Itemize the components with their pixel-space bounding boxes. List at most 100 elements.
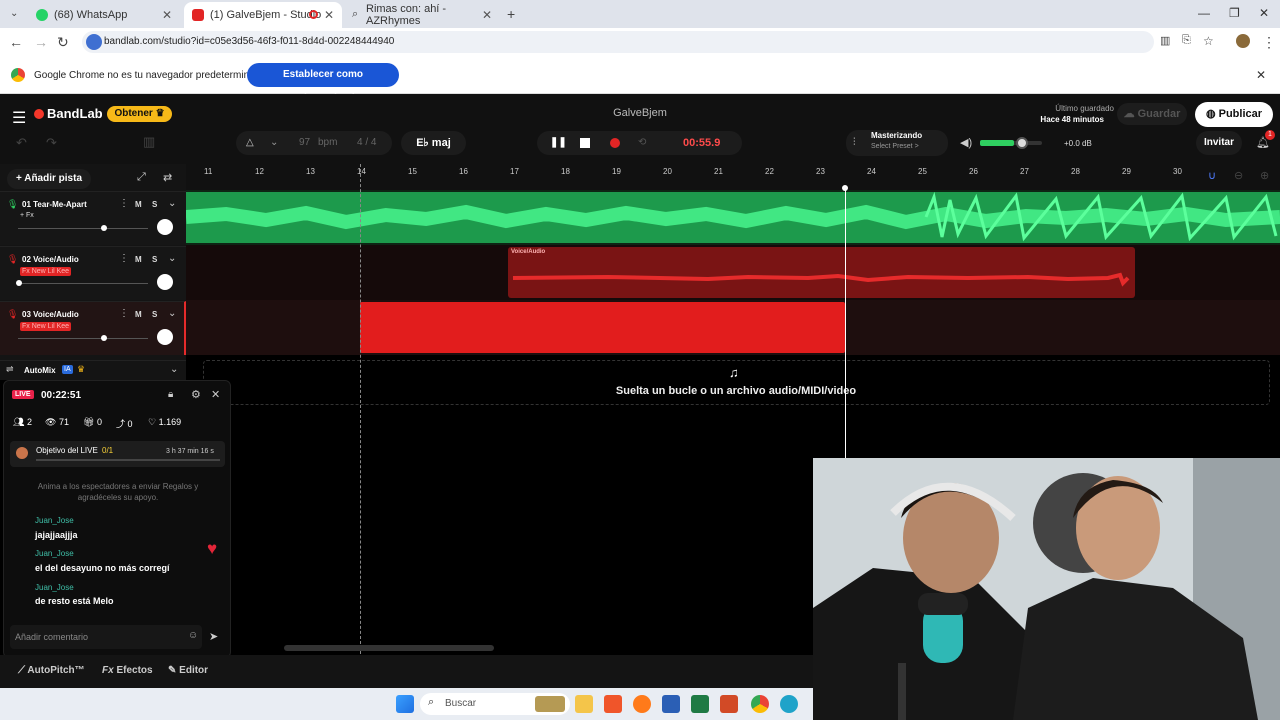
infobar-close-icon[interactable]: ✕ xyxy=(1256,68,1266,82)
close-icon[interactable]: ✕ xyxy=(324,8,334,22)
automation-icon[interactable]: ⤢ xyxy=(137,171,146,184)
track-volume-slider[interactable] xyxy=(18,228,148,229)
close-icon[interactable]: ✕ xyxy=(482,8,492,22)
edge-icon[interactable] xyxy=(780,695,798,713)
record-icon[interactable] xyxy=(610,138,620,148)
powerpoint-icon[interactable] xyxy=(720,695,738,713)
track-pan-knob[interactable] xyxy=(157,219,173,235)
metronome-icon[interactable]: △ xyxy=(246,131,254,155)
forward-icon[interactable]: → xyxy=(34,34,48,50)
restore-icon[interactable]: ❐ xyxy=(1229,6,1240,20)
chrome-icon[interactable] xyxy=(751,695,769,713)
lane-track-01[interactable] xyxy=(186,190,1280,245)
expand-track-icon[interactable]: ⌄ xyxy=(168,198,176,209)
new-tab-icon[interactable]: + xyxy=(507,6,515,22)
close-icon[interactable]: ✕ xyxy=(162,8,172,22)
redo-icon[interactable]: ↷ xyxy=(46,135,57,151)
track-options-icon[interactable]: ⋮ xyxy=(119,253,129,264)
minimize-icon[interactable]: — xyxy=(1198,6,1210,20)
effects-button[interactable]: Fx Efectos xyxy=(102,665,153,676)
mastering-selector[interactable]: ⫶ Masterizando Select Preset > xyxy=(846,130,948,156)
solo-button[interactable]: S xyxy=(152,255,157,264)
hamburger-menu-icon[interactable]: ☰ xyxy=(12,108,26,128)
track-volume-knob[interactable] xyxy=(101,335,107,341)
get-membership-button[interactable]: Obtener ♛ xyxy=(107,106,172,122)
window-close-icon[interactable]: ✕ xyxy=(1259,6,1269,20)
track-volume-knob[interactable] xyxy=(16,280,22,286)
undo-icon[interactable]: ↶ xyxy=(16,135,27,151)
clip-recording-03[interactable] xyxy=(360,302,845,353)
bpm-value[interactable]: 97 xyxy=(299,131,310,155)
reading-mode-icon[interactable]: ▥ xyxy=(1160,34,1170,47)
automix-expand-icon[interactable]: ⌄ xyxy=(170,364,178,375)
editor-button[interactable]: ✎ Editor xyxy=(168,665,208,676)
solo-button[interactable]: S xyxy=(152,200,157,209)
add-fx-button[interactable]: + Fx xyxy=(20,212,34,219)
tab-studio[interactable]: (1) GalveBjem - Studio ✕ xyxy=(184,2,342,28)
set-default-button[interactable]: Establecer como predeterminado xyxy=(247,63,399,104)
horizontal-scrollbar[interactable] xyxy=(284,645,494,651)
track-volume-slider[interactable] xyxy=(18,283,148,284)
fx-preset-badge[interactable]: Fx New Lil Kee xyxy=(20,267,72,276)
track-header-02[interactable]: 🎙︎ 02 Voice/Audio Fx New Lil Kee ⋮ M S ⌄ xyxy=(0,246,186,300)
fx-preset-badge[interactable]: Fx New Lil Kee xyxy=(20,322,72,331)
mute-button[interactable]: M xyxy=(135,255,142,264)
lock-icon[interactable]: 🔒︎ xyxy=(168,389,173,400)
zoom-out-icon[interactable]: ⊖ xyxy=(1234,169,1243,182)
tab-azrhymes[interactable]: ⌕ Rimas con: ahí - AZRhymes ✕ xyxy=(346,2,500,28)
track-name[interactable]: 02 Voice/Audio xyxy=(22,255,79,264)
profile-avatar[interactable] xyxy=(1236,34,1250,48)
live-goal-card[interactable]: Objetivo del LIVE 0/1 3 h 37 min 16 s xyxy=(10,441,225,467)
drop-zone[interactable]: ♫ Suelta un bucle o un archivo audio/MID… xyxy=(203,360,1270,405)
loop-icon[interactable]: ⟲ xyxy=(638,131,646,155)
stop-icon[interactable] xyxy=(580,138,590,148)
track-volume-slider[interactable] xyxy=(18,338,148,339)
clip-tear-me-apart[interactable] xyxy=(186,192,1280,243)
settings-icon[interactable]: ⚙ xyxy=(191,388,201,401)
mute-button[interactable]: M xyxy=(135,310,142,319)
zoom-in-icon[interactable]: ⊕ xyxy=(1260,169,1269,182)
close-live-panel-icon[interactable]: ✕ xyxy=(211,388,220,401)
back-icon[interactable]: ← xyxy=(9,34,23,50)
automix-row[interactable]: ⇌ AutoMix IA ♛ ⌄ xyxy=(0,360,186,380)
mute-button[interactable]: M xyxy=(135,200,142,209)
publish-button[interactable]: ◍ Publicar xyxy=(1195,102,1273,127)
windows-start-icon[interactable] xyxy=(396,695,414,713)
taskbar-search[interactable]: ⌕ Buscar xyxy=(420,693,570,715)
like-heart-icon[interactable]: ♥ xyxy=(207,539,217,559)
snap-magnet-icon[interactable]: ∪ xyxy=(1208,169,1216,182)
loop-start-marker[interactable] xyxy=(360,164,361,654)
solo-button[interactable]: S xyxy=(152,310,157,319)
cast-icon[interactable]: ⎘ xyxy=(1182,34,1191,47)
track-name[interactable]: 01 Tear-Me-Apart xyxy=(22,200,87,209)
autopitch-button[interactable]: ⟋ AutoPitch™ xyxy=(18,665,85,676)
track-options-icon[interactable]: ⋮ xyxy=(119,308,129,319)
track-pan-knob[interactable] xyxy=(157,329,173,345)
emoji-icon[interactable]: ☺ xyxy=(188,630,198,641)
reload-icon[interactable]: ↻ xyxy=(57,34,69,51)
save-button[interactable]: ☁ Guardar xyxy=(1117,103,1187,125)
add-track-button[interactable]: + Añadir pista xyxy=(7,169,91,189)
comment-user[interactable]: Juan_Jose xyxy=(35,549,74,558)
file-explorer-icon[interactable] xyxy=(575,695,593,713)
mixer-icon[interactable]: ▥ xyxy=(143,134,155,150)
speaker-icon[interactable]: ◀) xyxy=(960,136,972,149)
key-selector[interactable]: E♭ maj xyxy=(401,131,466,155)
expand-track-icon[interactable]: ⌄ xyxy=(168,308,176,319)
excel-icon[interactable] xyxy=(691,695,709,713)
pause-icon[interactable]: ❚❚ xyxy=(550,131,567,155)
menu-dots-icon[interactable]: ⋮ xyxy=(1262,34,1276,51)
comment-input[interactable]: Añadir comentario ☺ xyxy=(10,625,202,649)
comment-user[interactable]: Juan_Jose xyxy=(35,583,74,592)
comment-user[interactable]: Juan_Jose xyxy=(35,516,74,525)
track-header-01[interactable]: 🎙︎ 01 Tear-Me-Apart + Fx ⋮ M S ⌄ xyxy=(0,191,186,245)
project-title[interactable]: GalveBjem xyxy=(580,107,700,119)
track-name[interactable]: 03 Voice/Audio xyxy=(22,310,79,319)
word-icon[interactable] xyxy=(662,695,680,713)
track-settings-icon[interactable]: ⇄ xyxy=(163,171,172,184)
playhead-handle[interactable] xyxy=(842,185,848,191)
metronome-dropdown-icon[interactable]: ⌄ xyxy=(270,131,278,155)
lane-track-02[interactable]: Voice/Audio xyxy=(186,245,1280,300)
bookmark-star-icon[interactable]: ☆ xyxy=(1203,34,1214,48)
tab-search-chevron-icon[interactable]: ⌄ xyxy=(10,8,18,19)
